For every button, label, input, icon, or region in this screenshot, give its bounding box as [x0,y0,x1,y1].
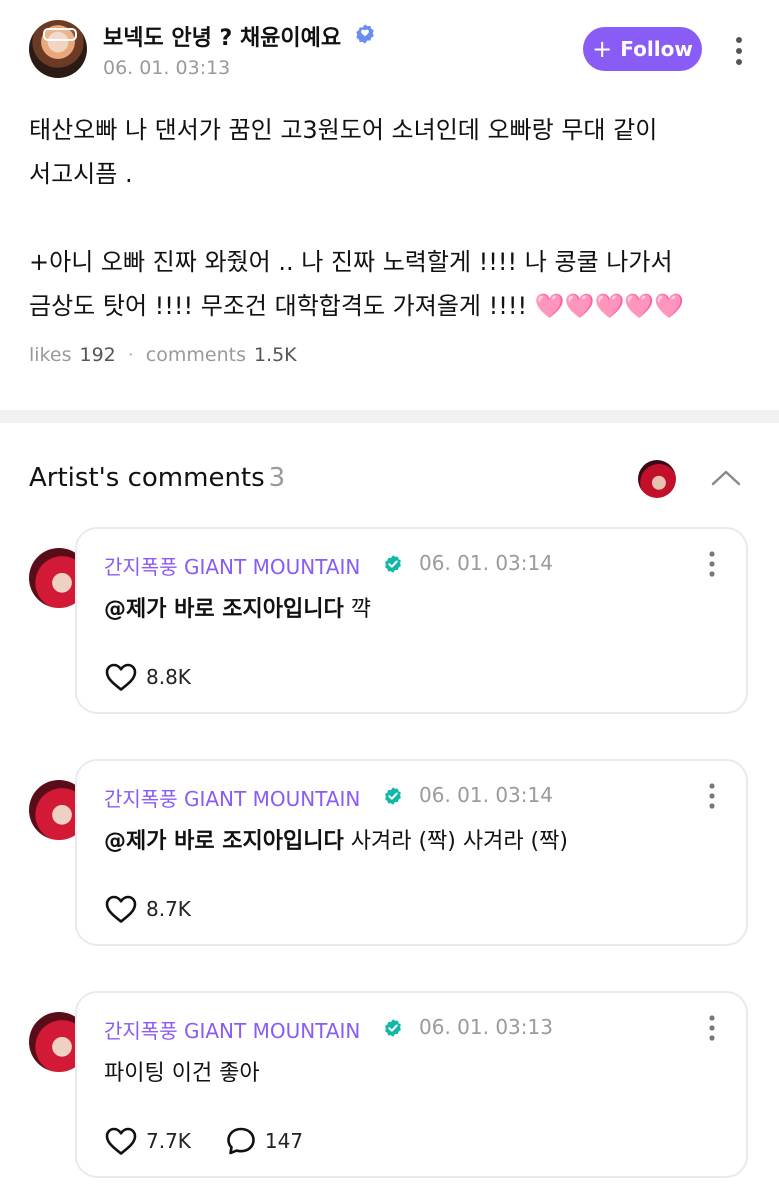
verified-badge-icon [385,1019,401,1037]
more-vertical-icon[interactable] [701,549,723,579]
more-vertical-icon[interactable] [728,34,750,68]
section-divider [0,410,779,423]
comment-mention[interactable]: @제가 바로 조지아입니다 [104,597,344,622]
follow-label: Follow [620,37,693,61]
comment-author[interactable]: 간지폭풍 GIANT MOUNTAIN [104,783,360,812]
heart-icon [105,663,137,691]
like-button[interactable]: 7.7K [104,1126,191,1156]
comment-body: 사겨라 (짝) 사겨라 (짝) [343,829,568,854]
comment-timestamp: 06. 01. 03:13 [419,1015,553,1039]
artist-comments-label: Artist's comments [29,463,265,493]
comment-actions: 8.7K [104,894,191,924]
heart-icon [105,1127,137,1155]
like-count: 7.7K [146,1129,191,1153]
post-header: 보넥도 안녕 ? 채윤이예요 06. 01. 03:13 + Follow [0,0,779,100]
comment-card: 간지폭풍 GIANT MOUNTAIN 06. 01. 03:14 @제가 바로… [75,527,748,714]
post-body: 태산오빠 나 댄서가 꿈인 고3원도어 소녀인데 오빠랑 무대 같이 서고시픔 … [29,108,749,328]
stats-separator: · [127,344,134,366]
post-line-2: 서고시픔 . [29,160,133,188]
post-timestamp: 06. 01. 03:13 [103,57,231,79]
reply-button[interactable]: 147 [225,1126,303,1156]
comment-text: 파이팅 이건 좋아 [104,1055,260,1087]
comment-timestamp: 06. 01. 03:14 [419,783,553,807]
like-button[interactable]: 8.7K [104,894,191,924]
comments-label[interactable]: comments [146,344,246,366]
more-vertical-icon[interactable] [701,1013,723,1043]
more-vertical-icon[interactable] [701,781,723,811]
comment-card: 간지폭풍 GIANT MOUNTAIN 06. 01. 03:14 @제가 바로… [75,759,748,946]
like-button[interactable]: 8.8K [104,662,191,692]
reply-count: 147 [264,1129,304,1153]
likes-label: likes [29,344,72,366]
heart-icon [105,895,137,923]
plus-icon: + [592,35,613,63]
post-line-1: 태산오빠 나 댄서가 꿈인 고3원도어 소녀인데 오빠랑 무대 같이 [29,116,658,144]
comment-mention[interactable]: @제가 바로 조지아입니다 [104,829,344,854]
comment-body: 파이팅 이건 좋아 [104,1061,260,1086]
comment-text: @제가 바로 조지아입니다 사겨라 (짝) 사겨라 (짝) [104,823,568,855]
artist-comments-count: 3 [268,463,286,493]
comment-timestamp: 06. 01. 03:14 [419,551,553,575]
chevron-up-icon[interactable] [710,466,742,488]
post-line-4: +아니 오빠 진짜 와줬어 .. 나 진짜 노력할게 !!!! 나 콩쿨 나가서 [29,248,673,276]
likes-count: 192 [79,344,116,366]
artist-avatar-small[interactable] [638,460,676,498]
fan-badge-icon [356,24,374,44]
verified-badge-icon [385,555,401,573]
like-count: 8.8K [146,665,191,689]
verified-badge-icon [385,787,401,805]
comment-body: 꺅 [343,597,371,622]
comment-actions: 7.7K 147 [104,1126,303,1156]
comment-author[interactable]: 간지폭풍 GIANT MOUNTAIN [104,1015,360,1044]
post-line-5-text: 금상도 탓어 !!!! 무조건 대학합격도 가져올게 !!!! [29,292,535,320]
comment-card: 간지폭풍 GIANT MOUNTAIN 06. 01. 03:13 파이팅 이건… [75,991,748,1178]
artist-comments-title: Artist's comments 3 [29,463,285,493]
comment-author[interactable]: 간지폭풍 GIANT MOUNTAIN [104,551,360,580]
like-count: 8.7K [146,897,191,921]
author-avatar[interactable] [29,20,87,78]
follow-button[interactable]: + Follow [583,27,702,71]
comment-text: @제가 바로 조지아입니다 꺅 [104,591,371,623]
comment-actions: 8.8K [104,662,191,692]
comments-count[interactable]: 1.5K [254,344,297,366]
post-line-5: 금상도 탓어 !!!! 무조건 대학합격도 가져올게 !!!! 🩷🩷🩷🩷🩷 [29,284,749,328]
pink-hearts-emoji: 🩷🩷🩷🩷🩷 [534,292,685,320]
author-name[interactable]: 보넥도 안녕 ? 채윤이예요 [103,20,341,52]
post-stats: likes 192 · comments 1.5K [29,344,297,366]
comment-bubble-icon [227,1127,255,1155]
